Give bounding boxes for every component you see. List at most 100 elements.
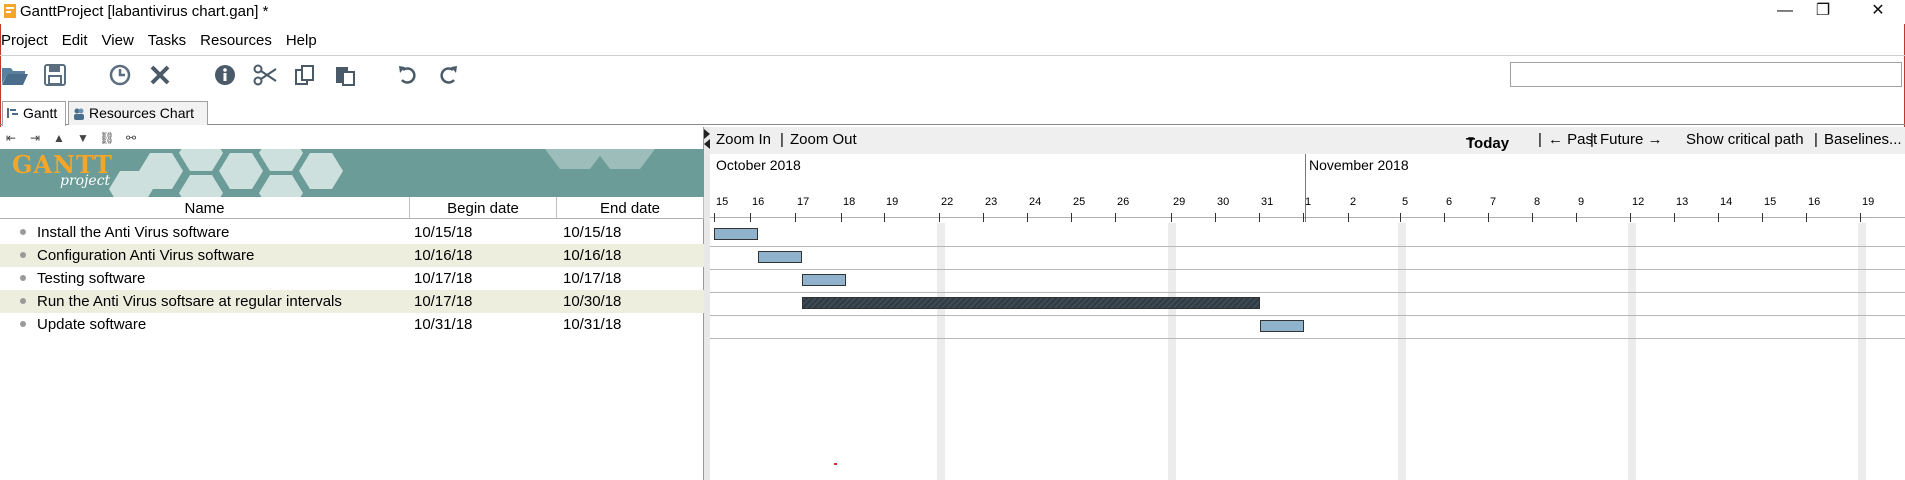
month-divider [1305, 154, 1306, 222]
baselines-link[interactable]: Baselines... [1824, 131, 1902, 148]
tab-label: Gantt [23, 105, 58, 121]
month-label: November 2018 [1309, 157, 1409, 173]
indent-icon[interactable]: ⇥ [27, 130, 43, 146]
outdent-icon[interactable]: ⇤ [3, 130, 19, 146]
undo-button[interactable] [393, 60, 423, 90]
task-end-date: 10/31/18 [563, 316, 622, 333]
future-link[interactable]: Future → [1600, 131, 1663, 148]
column-header-begin-date[interactable]: Begin date [410, 197, 557, 219]
unlink-icon[interactable]: ⚯ [123, 130, 139, 146]
day-tick [884, 213, 885, 222]
menu-project[interactable]: Project [1, 28, 48, 54]
chevron-down-icon: ▼ [1466, 135, 1476, 146]
copy-icon [295, 65, 314, 85]
gantt-chart-panel: Zoom In | Zoom Out Today ▼ | ← Past | Fu… [710, 127, 1905, 480]
task-begin-date: 10/17/18 [414, 293, 473, 310]
nav-separator: | [1538, 131, 1542, 148]
paste-button[interactable] [330, 60, 360, 90]
task-tree-panel: ⇤ ⇥ ▲ ▼ ⛓ ⚯ GANTT project Name Begin dat… [0, 127, 704, 480]
search-input[interactable] [1510, 62, 1902, 87]
day-tick [750, 213, 751, 222]
open-button[interactable] [0, 60, 30, 90]
tab-gantt[interactable]: Gantt [2, 101, 66, 126]
day-label: 19 [886, 196, 899, 208]
menu-label: Help [285, 32, 317, 49]
day-tick [1806, 213, 1807, 222]
day-label: 30 [1217, 196, 1230, 208]
day-tick [1303, 213, 1304, 222]
task-bar[interactable] [758, 251, 802, 263]
tab-resources-chart[interactable]: Resources Chart [68, 101, 208, 125]
day-tick [841, 213, 842, 222]
task-bar[interactable] [802, 274, 846, 286]
delete-button[interactable] [145, 60, 175, 90]
day-label: 6 [1446, 196, 1453, 208]
day-label: 2 [1350, 196, 1357, 208]
task-end-date: 10/16/18 [563, 247, 622, 264]
row-divider [710, 246, 1905, 247]
day-tick [939, 213, 940, 222]
day-label: 17 [797, 196, 810, 208]
task-name: Run the Anti Virus softsare at regular i… [37, 293, 342, 310]
day-label: 26 [1117, 196, 1130, 208]
nav-separator: | [780, 131, 784, 148]
weekend-column [937, 223, 945, 480]
column-header-name[interactable]: Name [0, 197, 410, 219]
task-begin-date: 10/16/18 [414, 247, 473, 264]
history-button[interactable] [105, 60, 135, 90]
redo-button[interactable] [433, 60, 463, 90]
menu-view[interactable]: View [102, 28, 134, 54]
day-label: 14 [1720, 196, 1733, 208]
save-icon [44, 64, 66, 86]
day-label: 9 [1578, 196, 1585, 208]
menu-separator [0, 55, 1905, 56]
paste-icon [336, 67, 355, 86]
day-label: 18 [843, 196, 856, 208]
task-row[interactable]: Configuration Anti Virus software 10/16/… [0, 244, 704, 267]
menu-label: View [101, 32, 134, 49]
critical-path-link[interactable]: Show critical path [1686, 131, 1804, 148]
undo-icon [399, 66, 416, 84]
task-end-date: 10/15/18 [563, 224, 622, 241]
view-tab-bar: Gantt Resources Chart [0, 101, 1905, 126]
month-label: October 2018 [716, 157, 801, 173]
maximize-button[interactable]: ❐ [1800, 0, 1846, 24]
task-bullet-icon [20, 275, 26, 281]
day-tick [1630, 213, 1631, 222]
task-row[interactable]: Install the Anti Virus software 10/15/18… [0, 221, 704, 244]
zoom-in-link[interactable]: Zoom In [716, 131, 771, 148]
menu-help[interactable]: Help [286, 28, 317, 54]
column-header-end-date[interactable]: End date [557, 197, 704, 219]
day-tick [1027, 213, 1028, 222]
copy-button[interactable] [290, 60, 320, 90]
day-label: 12 [1632, 196, 1645, 208]
nav-separator: | [1590, 131, 1594, 148]
task-row[interactable]: Run the Anti Virus softsare at regular i… [0, 290, 704, 313]
day-tick [1171, 213, 1172, 222]
save-button[interactable] [40, 60, 70, 90]
day-tick [983, 213, 984, 222]
day-label: 1 [1305, 196, 1312, 208]
day-tick [1718, 213, 1719, 222]
menu-edit[interactable]: Edit [62, 28, 88, 54]
resources-tab-icon [74, 108, 84, 120]
move-down-icon[interactable]: ▼ [75, 130, 91, 146]
task-bar[interactable] [714, 228, 758, 240]
day-tick [1215, 213, 1216, 222]
gantt-app-icon [4, 4, 16, 18]
menu-tasks[interactable]: Tasks [148, 28, 186, 54]
close-button[interactable]: ✕ [1855, 0, 1901, 24]
task-bar[interactable] [802, 297, 1260, 309]
menu-resources[interactable]: Resources [200, 28, 272, 54]
task-row[interactable]: Update software 10/31/18 10/31/18 [0, 313, 704, 336]
menu-label: Tasks [147, 32, 187, 49]
row-divider [710, 338, 1905, 339]
cut-button[interactable] [250, 60, 280, 90]
properties-button[interactable] [210, 60, 240, 90]
task-bar[interactable] [1260, 320, 1304, 332]
move-up-icon[interactable]: ▲ [51, 130, 67, 146]
task-row[interactable]: Testing software 10/17/18 10/17/18 [0, 267, 704, 290]
zoom-out-link[interactable]: Zoom Out [790, 131, 857, 148]
row-divider [710, 269, 1905, 270]
link-icon[interactable]: ⛓ [99, 130, 115, 146]
